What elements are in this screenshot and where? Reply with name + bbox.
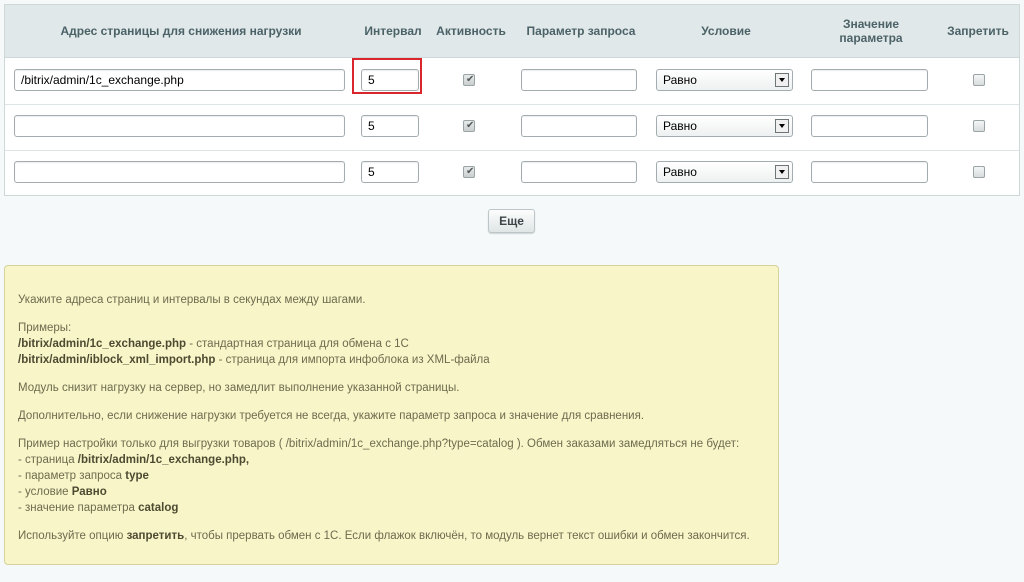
- param-input[interactable]: [521, 115, 637, 137]
- more-button[interactable]: Еще: [488, 209, 535, 233]
- forbid-option: запретить: [126, 530, 185, 542]
- note-examples: Примеры: /bitrix/admin/1c_exchange.php -…: [18, 320, 765, 368]
- table-row: /bitrix/admin/1c_exchange.php 5 ✔ Равно: [5, 58, 1019, 105]
- activity-checkbox[interactable]: ✔: [463, 120, 475, 132]
- header-interval: Интервал: [364, 24, 422, 38]
- activity-checkbox[interactable]: ✔: [463, 74, 475, 86]
- list-item-prefix: - страница: [18, 454, 78, 466]
- interval-input[interactable]: 5: [361, 115, 419, 137]
- header-value-line2: параметра: [839, 31, 903, 45]
- example-config-text: Пример настройки только для выгрузки тов…: [18, 438, 740, 450]
- note-example-config: Пример настройки только для выгрузки тов…: [18, 436, 765, 516]
- interval-input[interactable]: 5: [361, 161, 419, 183]
- check-icon: ✔: [466, 74, 475, 85]
- note-forbid: Используйте опцию запретить, чтобы прерв…: [18, 528, 765, 544]
- list-item-prefix: - параметр запроса: [18, 470, 126, 482]
- note-extra: Дополнительно, если снижение нагрузки тр…: [18, 410, 645, 422]
- header-param: Параметр запроса: [526, 24, 636, 38]
- condition-select[interactable]: Равно: [656, 161, 793, 183]
- address-input[interactable]: [14, 161, 345, 183]
- example2-text: - страница для импорта инфоблока из XML-…: [215, 354, 490, 366]
- header-activity: Активность: [436, 24, 506, 38]
- param-input[interactable]: [521, 69, 637, 91]
- example1-text: - стандартная страница для обмена с 1С: [186, 338, 409, 350]
- value-input[interactable]: [811, 161, 928, 183]
- condition-value: Равно: [663, 73, 697, 87]
- list-item-value: /bitrix/admin/1c_exchange.php,: [77, 454, 250, 466]
- load-reduction-table: Адрес страницы для снижения нагрузки Инт…: [4, 4, 1020, 196]
- header-value-line1: Значение: [842, 17, 900, 31]
- list-item-prefix: - условие: [18, 486, 72, 498]
- check-icon: ✔: [466, 120, 475, 131]
- forbid-checkbox[interactable]: [973, 120, 985, 132]
- chevron-down-icon: [775, 73, 789, 87]
- forbid-checkbox[interactable]: [973, 166, 985, 178]
- header-forbid: Запретить: [947, 24, 1009, 38]
- examples-title: Примеры:: [18, 322, 72, 334]
- condition-value: Равно: [663, 165, 697, 179]
- chevron-down-icon: [775, 119, 789, 133]
- value-input[interactable]: [811, 69, 928, 91]
- condition-select[interactable]: Равно: [656, 115, 793, 137]
- check-icon: ✔: [466, 166, 475, 177]
- forbid-pre: Используйте опцию: [18, 530, 127, 542]
- table-header: Адрес страницы для снижения нагрузки Инт…: [5, 5, 1019, 58]
- forbid-checkbox[interactable]: [973, 74, 985, 86]
- param-input[interactable]: [521, 161, 637, 183]
- activity-checkbox[interactable]: ✔: [463, 166, 475, 178]
- table-row: 5 ✔ Равно: [5, 150, 1019, 196]
- list-item-prefix: - значение параметра: [18, 502, 139, 514]
- condition-value: Равно: [663, 119, 697, 133]
- example2-path: /bitrix/admin/iblock_xml_import.php: [18, 354, 216, 366]
- address-input[interactable]: /bitrix/admin/1c_exchange.php: [14, 69, 345, 91]
- help-note: Укажите адреса страниц и интервалы в сек…: [4, 265, 779, 565]
- chevron-down-icon: [775, 165, 789, 179]
- header-value: Значение параметра: [811, 5, 931, 57]
- forbid-post: , чтобы прервать обмен с 1С. Если флажок…: [184, 530, 750, 542]
- condition-select[interactable]: Равно: [656, 69, 793, 91]
- value-input[interactable]: [811, 115, 928, 137]
- example1-path: /bitrix/admin/1c_exchange.php: [18, 338, 187, 350]
- address-input[interactable]: [14, 115, 345, 137]
- list-item-value: type: [125, 470, 149, 482]
- note-intro: Укажите адреса страниц и интервалы в сек…: [18, 294, 366, 306]
- header-address: Адрес страницы для снижения нагрузки: [60, 24, 302, 38]
- header-condition: Условие: [701, 24, 751, 38]
- note-module: Модуль снизит нагрузку на сервер, но зам…: [18, 382, 460, 394]
- interval-highlight: [352, 58, 422, 94]
- list-item-value: Равно: [71, 486, 107, 498]
- list-item-value: catalog: [138, 502, 179, 514]
- table-row: 5 ✔ Равно: [5, 104, 1019, 151]
